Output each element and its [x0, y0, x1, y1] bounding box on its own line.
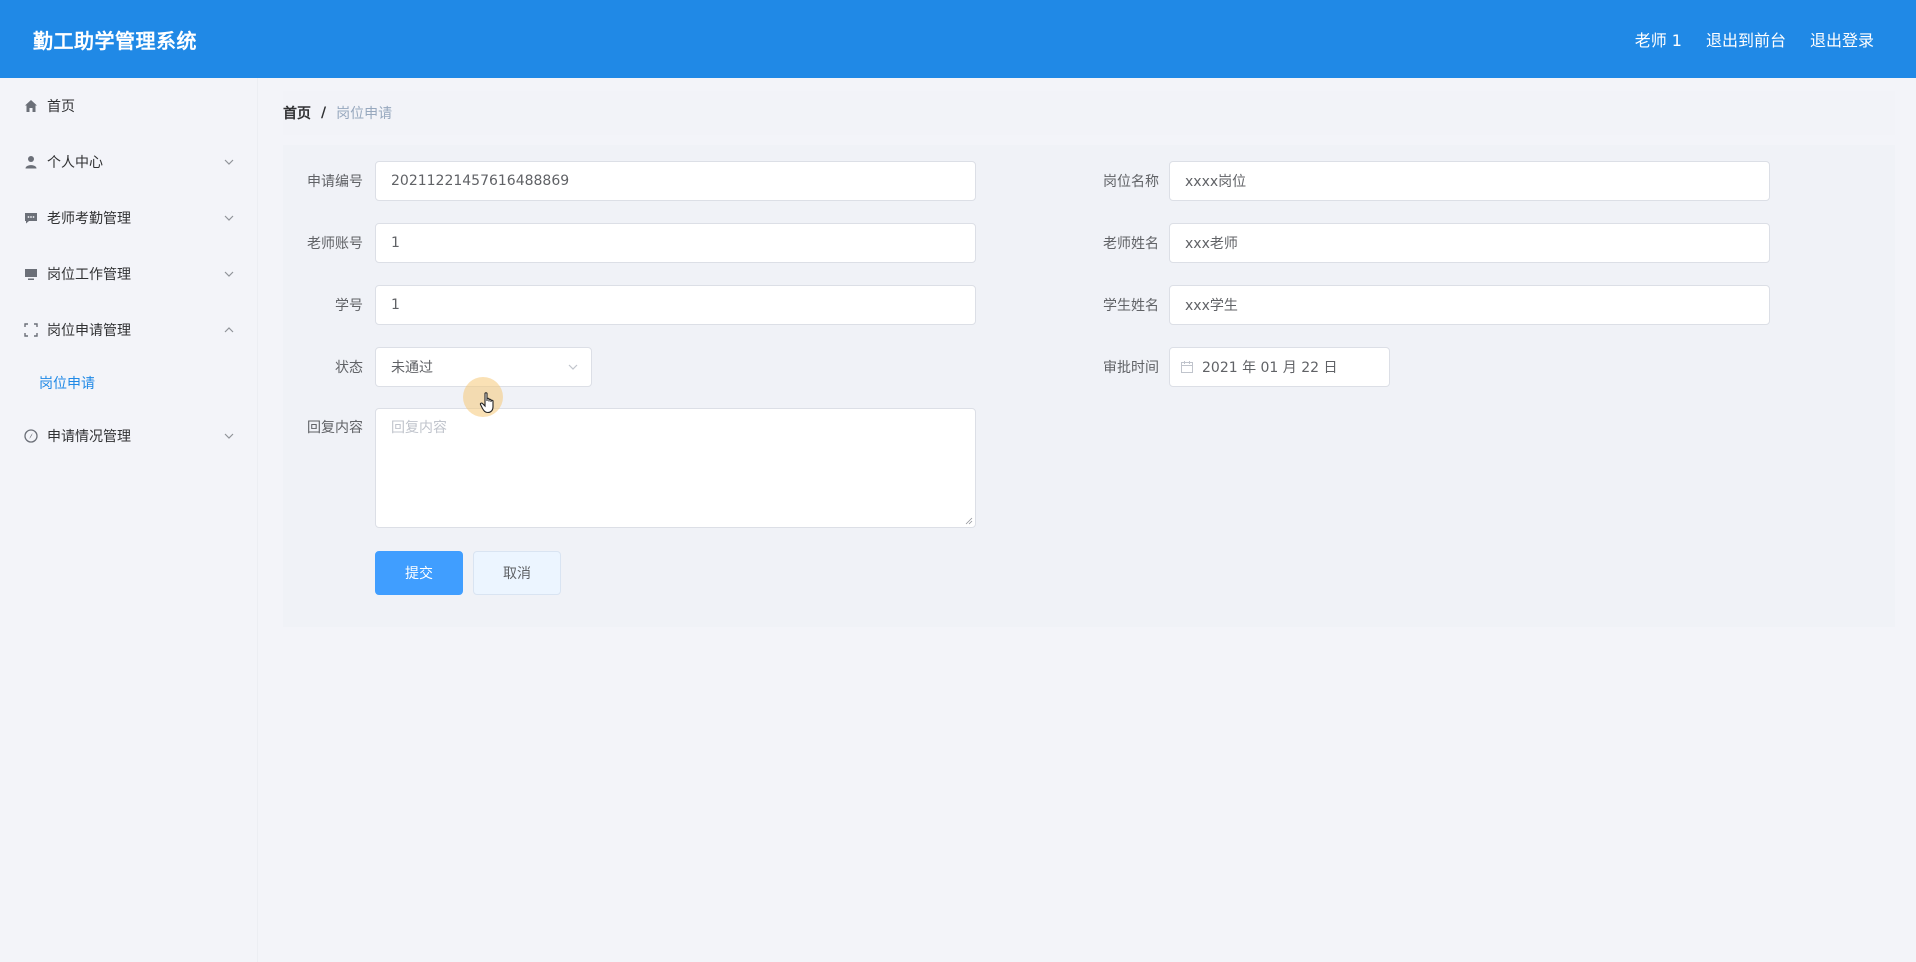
sidebar-item-application-status[interactable]: 申请情况管理 [0, 408, 257, 464]
sidebar-item-label: 岗位工作管理 [47, 267, 131, 283]
home-icon [23, 98, 39, 114]
reply-content-textarea[interactable]: 回复内容 [375, 408, 976, 528]
sidebar-item-label: 岗位申请管理 [47, 323, 131, 339]
sidebar-item-personal-center[interactable]: 个人中心 [0, 134, 257, 190]
compass-icon [23, 428, 39, 444]
teacher-account-input[interactable]: 1 [375, 223, 976, 263]
chevron-down-icon [568, 364, 578, 370]
teacher-name-input[interactable]: xxx老师 [1169, 223, 1770, 263]
logout-link[interactable]: 退出登录 [1810, 27, 1874, 51]
sidebar-item-label: 首页 [47, 99, 75, 115]
approve-time-label: 审批时间 [1103, 360, 1159, 376]
apply-no-label: 申请编号 [307, 174, 363, 190]
sidebar-item-label: 老师考勤管理 [47, 211, 131, 227]
student-no-label: 学号 [335, 298, 363, 314]
hand-pointer-icon [479, 392, 494, 414]
breadcrumb-home[interactable]: 首页 [283, 103, 311, 123]
monitor-icon [23, 266, 39, 282]
application-form-panel: 申请编号 20211221457616488869 岗位名称 xxxx岗位 老师… [283, 145, 1895, 627]
status-label: 状态 [335, 360, 363, 376]
sidebar-subitem-post-apply[interactable]: 岗位申请 [0, 358, 257, 408]
breadcrumb-separator: / [321, 105, 327, 121]
apply-no-input[interactable]: 20211221457616488869 [375, 161, 976, 201]
reply-content-label: 回复内容 [307, 420, 363, 436]
sidebar-item-label: 申请情况管理 [47, 429, 131, 445]
student-no-input[interactable]: 1 [375, 285, 976, 325]
approve-time-value: 2021 年 01 月 22 日 [1202, 360, 1338, 376]
sidebar-item-post-work[interactable]: 岗位工作管理 [0, 246, 257, 302]
teacher-account-label: 老师账号 [307, 236, 363, 252]
app-title: 勤工助学管理系统 [33, 28, 197, 53]
exit-to-frontend-link[interactable]: 退出到前台 [1706, 27, 1786, 51]
sidebar-item-home[interactable]: 首页 [0, 78, 257, 134]
cancel-button[interactable]: 取消 [473, 551, 561, 595]
submit-button[interactable]: 提交 [375, 551, 463, 595]
post-name-input[interactable]: xxxx岗位 [1169, 161, 1770, 201]
student-name-label: 学生姓名 [1103, 298, 1159, 314]
top-navbar: 勤工助学管理系统 老师 1 退出到前台 退出登录 [0, 0, 1916, 78]
breadcrumb: 首页 / 岗位申请 [283, 91, 1895, 135]
top-actions: 老师 1 退出到前台 退出登录 [1635, 27, 1874, 51]
current-user[interactable]: 老师 1 [1635, 27, 1682, 51]
reply-content-placeholder: 回复内容 [391, 420, 447, 436]
sidebar: 首页 个人中心 老师考勤管理 岗位工作管理 岗位申请管理 岗位申请 申请情况管理 [0, 78, 258, 962]
sidebar-item-label: 个人中心 [47, 155, 103, 171]
fullscreen-icon [23, 322, 39, 338]
student-name-input[interactable]: xxx学生 [1169, 285, 1770, 325]
chat-icon [23, 210, 39, 226]
chevron-down-icon [224, 271, 234, 277]
calendar-icon [1181, 361, 1193, 373]
post-name-label: 岗位名称 [1103, 174, 1159, 190]
sidebar-item-post-application[interactable]: 岗位申请管理 [0, 302, 257, 358]
sidebar-subitem-label: 岗位申请 [39, 376, 95, 392]
resize-grip-icon[interactable] [965, 517, 973, 525]
teacher-name-label: 老师姓名 [1103, 236, 1159, 252]
chevron-down-icon [224, 159, 234, 165]
user-icon [23, 154, 39, 170]
chevron-down-icon [224, 215, 234, 221]
status-selected-value: 未通过 [391, 360, 433, 376]
chevron-down-icon [224, 433, 234, 439]
chevron-up-icon [224, 327, 234, 333]
sidebar-item-teacher-attendance[interactable]: 老师考勤管理 [0, 190, 257, 246]
approve-time-datepicker[interactable]: 2021 年 01 月 22 日 [1169, 347, 1390, 387]
breadcrumb-current: 岗位申请 [336, 106, 393, 122]
